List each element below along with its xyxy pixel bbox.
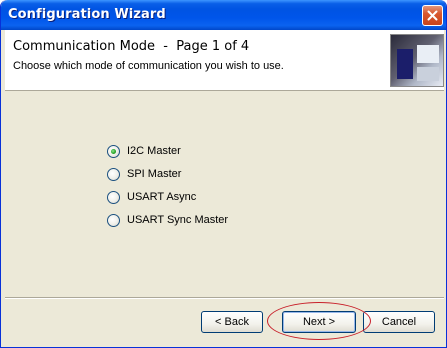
wizard-header: Communication Mode - Page 1 of 4 Choose … xyxy=(5,30,444,91)
window-title: Configuration Wizard xyxy=(8,7,166,22)
radio-button-icon[interactable] xyxy=(107,191,120,204)
radio-button-icon[interactable] xyxy=(107,214,120,227)
page-subtitle: Choose which mode of communication you w… xyxy=(13,60,284,72)
radio-label[interactable]: SPI Master xyxy=(127,168,181,180)
radio-selected-dot xyxy=(111,149,116,154)
radio-button-icon[interactable] xyxy=(107,168,120,181)
next-button[interactable]: Next > xyxy=(282,311,356,333)
back-button[interactable]: < Back xyxy=(201,311,263,333)
banner-image-part xyxy=(397,49,413,79)
footer-divider xyxy=(5,297,444,299)
cancel-button[interactable]: Cancel xyxy=(363,311,435,333)
page-title: Communication Mode - Page 1 of 4 xyxy=(13,39,250,54)
close-icon xyxy=(427,10,438,21)
radio-label[interactable]: USART Async xyxy=(127,191,196,203)
configuration-wizard-window: Configuration Wizard Communication Mode … xyxy=(0,0,447,348)
radio-label[interactable]: I2C Master xyxy=(127,145,181,157)
wizard-content: I2C Master SPI Master USART Async USART … xyxy=(5,91,444,297)
radio-button-icon[interactable] xyxy=(107,145,120,158)
wizard-banner-image xyxy=(390,34,444,87)
title-bar[interactable]: Configuration Wizard xyxy=(1,0,446,30)
banner-image-part xyxy=(417,45,439,63)
close-button[interactable] xyxy=(422,5,443,26)
banner-image-part xyxy=(417,67,439,81)
radio-label[interactable]: USART Sync Master xyxy=(127,214,228,226)
